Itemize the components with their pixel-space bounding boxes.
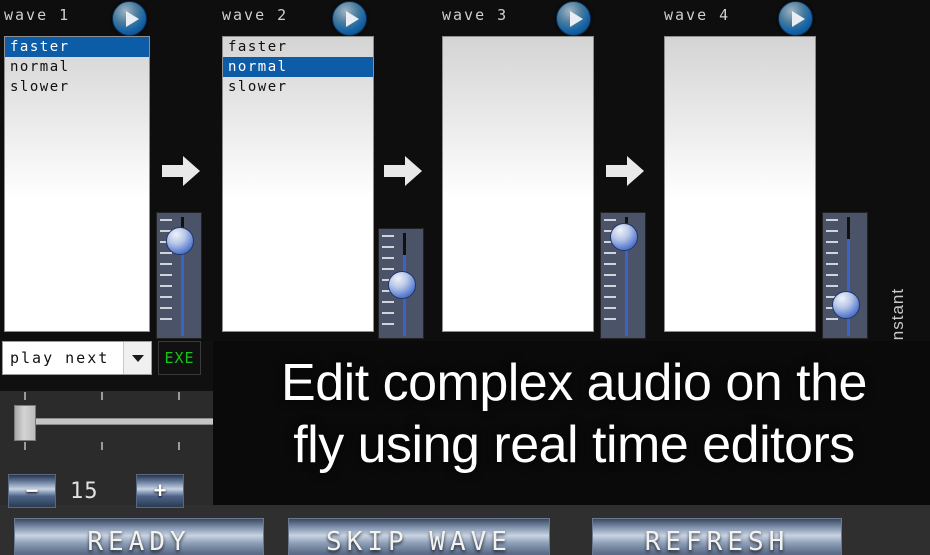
instant-label: instant [888, 287, 907, 345]
level-slider-4[interactable] [822, 212, 868, 339]
level-slider-1[interactable] [156, 212, 202, 339]
play-icon-1[interactable] [112, 1, 147, 36]
slider-knob[interactable] [832, 291, 860, 319]
list-item[interactable]: normal [5, 57, 149, 77]
speed-listbox-1[interactable]: faster normal slower [4, 36, 150, 332]
position-ticks-bottom [6, 442, 206, 450]
list-item[interactable]: faster [223, 37, 373, 57]
wave-title-3: wave 3 [442, 6, 509, 24]
speed-listbox-3[interactable] [442, 36, 594, 332]
caption-line-1: Edit complex audio on the [281, 354, 867, 412]
caption-text: Edit complex audio on the fly using real… [218, 352, 930, 476]
ready-button[interactable]: READY [14, 518, 264, 555]
wave-title-2: wave 2 [222, 6, 289, 24]
exec-button-1[interactable]: EXE [158, 341, 201, 375]
slider-knob[interactable] [166, 227, 194, 255]
increment-button[interactable]: + [136, 474, 184, 508]
stepper-value: 15 [70, 479, 99, 504]
position-slider-knob[interactable] [14, 405, 36, 441]
play-icon-3[interactable] [556, 1, 591, 36]
caption-line-2: fly using real time editors [293, 416, 855, 474]
list-item[interactable]: slower [223, 77, 373, 97]
level-slider-2[interactable] [378, 228, 424, 339]
position-ticks-top [6, 392, 206, 400]
play-icon-2[interactable] [332, 1, 367, 36]
list-item[interactable]: faster [5, 37, 149, 57]
refresh-button[interactable]: REFRESH [592, 518, 842, 555]
slider-knob[interactable] [388, 271, 416, 299]
skip-wave-button[interactable]: SKIP WAVE [288, 518, 550, 555]
wave-editor-app: wave 1 faster normal slower wave 2 faste… [0, 0, 930, 555]
arrow-right-icon-1 [158, 148, 204, 194]
speed-listbox-4[interactable] [664, 36, 816, 332]
slider-knob[interactable] [610, 223, 638, 251]
arrow-right-icon-2 [380, 148, 426, 194]
play-icon-4[interactable] [778, 1, 813, 36]
list-item[interactable]: slower [5, 77, 149, 97]
decrement-button[interactable]: − [8, 474, 56, 508]
mode-dropdown-1-value: play next [10, 349, 110, 367]
wave-title-4: wave 4 [664, 6, 731, 24]
speed-listbox-2[interactable]: faster normal slower [222, 36, 374, 332]
chevron-down-icon-1[interactable] [123, 342, 151, 374]
arrow-right-icon-3 [602, 148, 648, 194]
level-slider-3[interactable] [600, 212, 646, 339]
position-slider[interactable] [6, 392, 678, 450]
mode-dropdown-1[interactable]: play next [2, 341, 152, 375]
wave-title-1: wave 1 [4, 6, 71, 24]
list-item[interactable]: normal [223, 57, 373, 77]
